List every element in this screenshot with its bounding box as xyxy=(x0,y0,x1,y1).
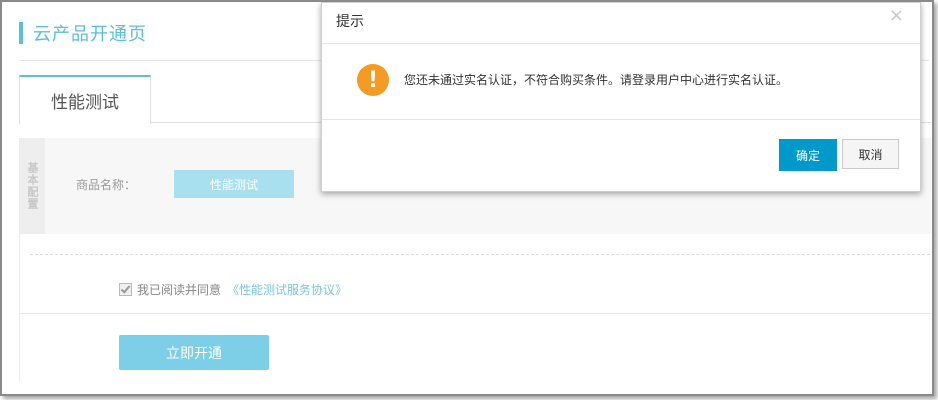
product-name-label: 商品名称： xyxy=(76,178,137,192)
page-title-bar: 云产品开通页 xyxy=(19,20,147,46)
agreement-row: 我已阅读并同意 《性能测试服务协议》 xyxy=(119,281,347,298)
tab-performance-test[interactable]: 性能测试 xyxy=(19,75,151,124)
agreement-link[interactable]: 《性能测试服务协议》 xyxy=(227,281,347,298)
title-accent-bar xyxy=(19,22,23,44)
config-side-label-text: 基本配置 xyxy=(26,162,39,210)
dialog-message: 您还未通过实名认证，不符合购买条件。请登录用户中心进行实名认证。 xyxy=(404,73,789,87)
dashed-divider xyxy=(30,254,930,255)
page-title: 云产品开通页 xyxy=(33,24,147,45)
alert-dialog: 提示 × ! 您还未通过实名认证，不符合购买条件。请登录用户中心进行实名认证。 … xyxy=(321,2,921,192)
dialog-title: 提示 xyxy=(336,14,364,30)
browser-frame: 云产品开通页 性能测试 基本配置 商品名称： 性能测试 我已阅读并同意 《性能测… xyxy=(0,0,934,396)
content-left-border xyxy=(19,138,20,382)
dialog-footer-divider xyxy=(322,119,920,120)
warning-icon: ! xyxy=(357,64,389,96)
open-now-button[interactable]: 立即开通 xyxy=(119,335,269,370)
agreement-text: 我已阅读并同意 xyxy=(137,283,222,297)
dialog-header: 提示 × xyxy=(322,3,920,44)
close-icon[interactable]: × xyxy=(889,5,904,26)
confirm-button[interactable]: 确定 xyxy=(779,139,837,171)
bottom-divider xyxy=(19,313,931,314)
cancel-button[interactable]: 取消 xyxy=(842,139,899,169)
config-side-label: 基本配置 xyxy=(19,138,45,234)
agreement-checkbox[interactable] xyxy=(119,283,132,296)
product-name-option[interactable]: 性能测试 xyxy=(174,170,294,198)
